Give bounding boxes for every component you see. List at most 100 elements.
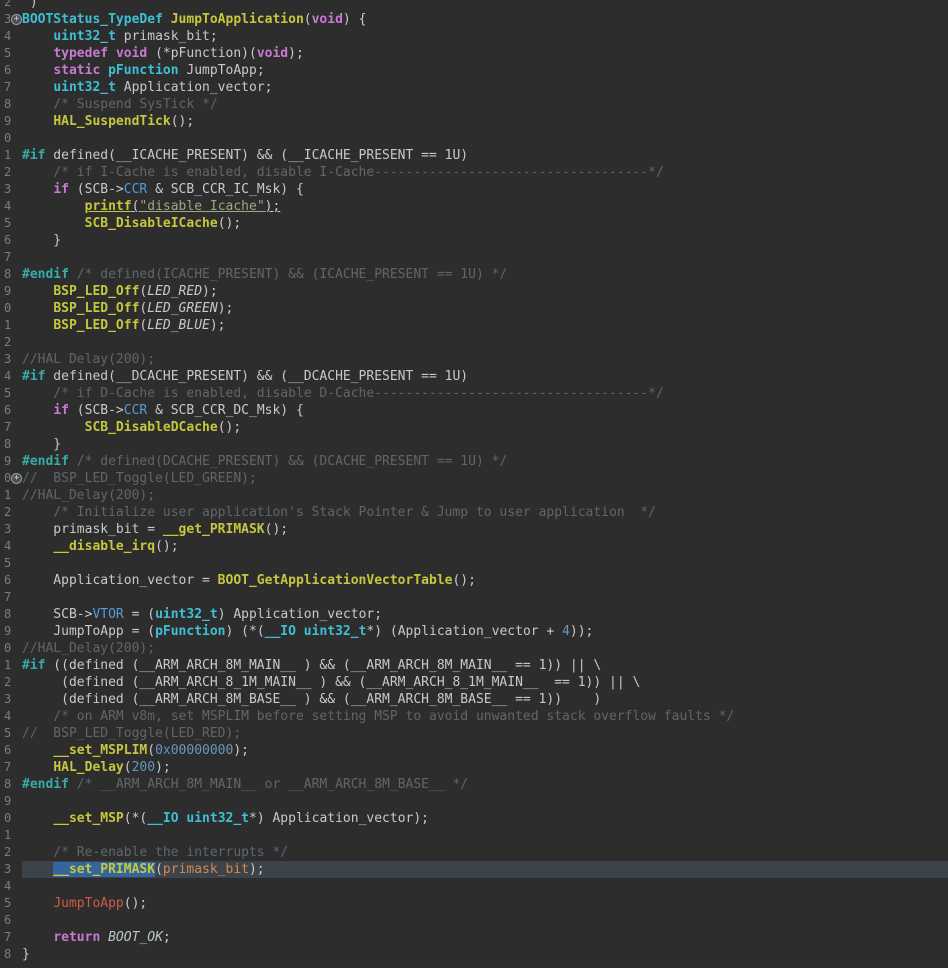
line-number[interactable]: 1 bbox=[0, 657, 12, 674]
code-line[interactable]: 7 bbox=[0, 589, 948, 606]
line-number[interactable]: 3 bbox=[0, 181, 12, 198]
line-number[interactable]: 7 bbox=[0, 79, 12, 96]
line-number[interactable]: 6 bbox=[0, 62, 12, 79]
line-number[interactable]: 7 bbox=[0, 929, 12, 946]
line-number[interactable]: 9 bbox=[0, 283, 12, 300]
bookmark-icon[interactable]: + bbox=[11, 11, 22, 28]
code-line[interactable]: 3 primask_bit = __get_PRIMASK(); bbox=[0, 521, 948, 538]
line-number[interactable]: 0 bbox=[0, 810, 12, 827]
code-line[interactable]: 5 /* if D-Cache is enabled, disable D-Ca… bbox=[0, 385, 948, 402]
code-line[interactable]: 6 __set_MSPLIM(0x00000000); bbox=[0, 742, 948, 759]
code-line[interactable]: 4 uint32_t primask_bit; bbox=[0, 28, 948, 45]
line-number[interactable]: 5 bbox=[0, 725, 12, 742]
line-number[interactable]: 1 bbox=[0, 317, 12, 334]
code-line[interactable]: 5 JumpToApp(); bbox=[0, 895, 948, 912]
line-number[interactable]: 2 bbox=[0, 844, 12, 861]
line-number[interactable]: 1 bbox=[0, 487, 12, 504]
line-number[interactable]: 7 bbox=[0, 759, 12, 776]
code-line[interactable]: 8 SCB->VTOR = (uint32_t) Application_vec… bbox=[0, 606, 948, 623]
bookmark-icon[interactable]: + bbox=[11, 470, 22, 487]
code-line[interactable]: 4 __disable_irq(); bbox=[0, 538, 948, 555]
code-line[interactable]: 8 #endif /* __ARM_ARCH_8M_MAIN__ or __ARM… bbox=[0, 776, 948, 793]
code-line[interactable]: 8 /* Suspend SysTick */ bbox=[0, 96, 948, 113]
bookmark-icon[interactable]: + bbox=[11, 473, 22, 484]
line-number[interactable]: 8 bbox=[0, 606, 12, 623]
line-number[interactable]: 9 bbox=[0, 793, 12, 810]
code-line[interactable]: 6 bbox=[0, 912, 948, 929]
line-number[interactable]: 4 bbox=[0, 198, 12, 215]
code-line[interactable]: 1 BSP_LED_Off(LED_BLUE); bbox=[0, 317, 948, 334]
line-number[interactable]: 7 bbox=[0, 419, 12, 436]
line-number[interactable]: 3 bbox=[0, 691, 12, 708]
code-line[interactable]: 7 uint32_t Application_vector; bbox=[0, 79, 948, 96]
code-line[interactable]: 5 bbox=[0, 555, 948, 572]
line-number[interactable]: 3 bbox=[0, 521, 12, 538]
code-line[interactable]: 2 /* if I-Cache is enabled, disable I-Ca… bbox=[0, 164, 948, 181]
line-number[interactable]: 4 bbox=[0, 878, 12, 895]
code-line[interactable]: 1 //HAL_Delay(200); bbox=[0, 487, 948, 504]
line-number[interactable]: 3 bbox=[0, 861, 12, 878]
code-line[interactable]: 5 SCB_DisableICache(); bbox=[0, 215, 948, 232]
line-number[interactable]: 0 bbox=[0, 640, 12, 657]
line-number[interactable]: 1 bbox=[0, 147, 12, 164]
code-line[interactable]: 6 if (SCB->CCR & SCB_CCR_DC_Msk) { bbox=[0, 402, 948, 419]
line-number[interactable]: 6 bbox=[0, 572, 12, 589]
line-number[interactable]: 7 bbox=[0, 249, 12, 266]
line-number[interactable]: 4 bbox=[0, 538, 12, 555]
code-line[interactable]: 3 if (SCB->CCR & SCB_CCR_IC_Msk) { bbox=[0, 181, 948, 198]
line-number[interactable]: 7 bbox=[0, 589, 12, 606]
line-number[interactable]: 6 bbox=[0, 912, 12, 929]
line-number[interactable]: 2 bbox=[0, 504, 12, 521]
code-line[interactable]: 7 HAL_Delay(200); bbox=[0, 759, 948, 776]
line-number[interactable]: 5 bbox=[0, 45, 12, 62]
line-number[interactable]: 3 bbox=[0, 351, 12, 368]
code-line[interactable]: 1 bbox=[0, 827, 948, 844]
code-line[interactable]: 3 (defined (__ARM_ARCH_8M_BASE__ ) && (_… bbox=[0, 691, 948, 708]
code-line[interactable]: 2 bbox=[0, 334, 948, 351]
code-line[interactable]: 0 +// BSP_LED_Toggle(LED_GREEN); bbox=[0, 470, 948, 487]
code-line[interactable]: 0 //HAL_Delay(200); bbox=[0, 640, 948, 657]
line-number[interactable]: 9 bbox=[0, 453, 12, 470]
line-number[interactable]: 4 bbox=[0, 708, 12, 725]
code-line[interactable]: 4 /* on ARM v8m, set MSPLIM before setti… bbox=[0, 708, 948, 725]
code-line[interactable]: 4 #if defined(__DCACHE_PRESENT) && (__DCA… bbox=[0, 368, 948, 385]
line-number[interactable]: 9 bbox=[0, 113, 12, 130]
code-line[interactable]: 1 #if defined(__ICACHE_PRESENT) && (__ICA… bbox=[0, 147, 948, 164]
code-line[interactable]: 7 SCB_DisableDCache(); bbox=[0, 419, 948, 436]
line-number[interactable]: 5 bbox=[0, 385, 12, 402]
line-number[interactable]: 0 bbox=[0, 130, 12, 147]
code-line[interactable]: 8 } bbox=[0, 436, 948, 453]
code-line[interactable]: 9 HAL_SuspendTick(); bbox=[0, 113, 948, 130]
line-number[interactable]: 8 bbox=[0, 946, 12, 963]
code-line[interactable]: 3 //HAL Delay(200); bbox=[0, 351, 948, 368]
code-line[interactable]: 0 BSP_LED_Off(LED_GREEN); bbox=[0, 300, 948, 317]
line-number[interactable]: 9 bbox=[0, 623, 12, 640]
bookmark-icon[interactable]: + bbox=[11, 14, 22, 25]
line-number[interactable]: 2 bbox=[0, 334, 12, 351]
line-number[interactable]: 5 bbox=[0, 215, 12, 232]
line-number[interactable]: 6 bbox=[0, 402, 12, 419]
code-line[interactable]: 2 /* Re-enable the interrupts */ bbox=[0, 844, 948, 861]
line-number[interactable]: 2 bbox=[0, 674, 12, 691]
line-number[interactable]: 8 bbox=[0, 266, 12, 283]
code-line[interactable]: 9 BSP_LED_Off(LED_RED); bbox=[0, 283, 948, 300]
line-number[interactable]: 5 bbox=[0, 555, 12, 572]
code-line[interactable]: 0 __set_MSP(*(__IO uint32_t*) Applicatio… bbox=[0, 810, 948, 827]
code-line[interactable]: 7 return BOOT_OK; bbox=[0, 929, 948, 946]
line-number[interactable]: 6 bbox=[0, 742, 12, 759]
code-line[interactable]: 9 #endif /* defined(DCACHE_PRESENT) && (D… bbox=[0, 453, 948, 470]
line-number[interactable]: 6 bbox=[0, 232, 12, 249]
code-line[interactable]: 7 bbox=[0, 249, 948, 266]
code-line[interactable]: 5 // BSP_LED_Toggle(LED_RED); bbox=[0, 725, 948, 742]
code-line[interactable]: 8 #endif /* defined(ICACHE_PRESENT) && (I… bbox=[0, 266, 948, 283]
line-number[interactable]: 4 bbox=[0, 368, 12, 385]
code-line[interactable]: 6 Application_vector = BOOT_GetApplicati… bbox=[0, 572, 948, 589]
line-number[interactable]: 2 bbox=[0, 0, 12, 11]
line-number[interactable]: 0 bbox=[0, 300, 12, 317]
code-line[interactable]: 4 bbox=[0, 878, 948, 895]
line-number[interactable]: 4 bbox=[0, 28, 12, 45]
code-line[interactable]: 6 } bbox=[0, 232, 948, 249]
code-line-current[interactable]: 3 __set_PRIMASK(primask_bit); bbox=[0, 861, 948, 878]
line-number[interactable]: 8 bbox=[0, 96, 12, 113]
code-line[interactable]: 9 bbox=[0, 793, 948, 810]
